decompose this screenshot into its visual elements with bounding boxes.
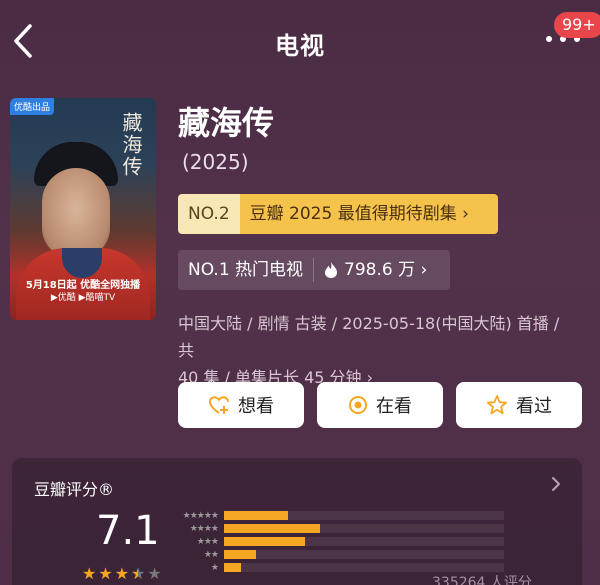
target-circle-icon	[349, 396, 367, 414]
want-to-watch-label: 想看	[238, 396, 274, 417]
popular-rank-label: NO.1 热门电视	[188, 260, 304, 280]
rating-count: 335264 人评分	[432, 575, 532, 585]
meta-line-1: 中国大陆 / 剧情 古装 / 2025-05-18(中国大陆) 首播 / 共	[178, 314, 560, 360]
watched-label: 看过	[516, 396, 552, 417]
watched-button[interactable]: 看过	[456, 382, 582, 428]
distribution-track	[224, 563, 504, 572]
rating-score: 7.1	[96, 508, 160, 554]
distribution-track	[224, 537, 504, 546]
star-outline-icon	[486, 395, 508, 415]
top-bar: 电视 99+	[0, 0, 600, 82]
distribution-star-label: ★★★★★	[182, 510, 219, 521]
chevron-right-icon[interactable]	[550, 474, 562, 494]
rating-stars: ★ ★ ★ ★ ★	[82, 564, 162, 583]
page-title: 电视	[275, 32, 325, 60]
want-to-watch-button[interactable]: 想看	[178, 382, 304, 428]
ranking-label: 豆瓣 2025 最值得期待剧集 ›	[239, 194, 498, 234]
distribution-bar	[224, 550, 256, 559]
ranking-badge-anticipated[interactable]: NO.2 豆瓣 2025 最值得期待剧集 ›	[178, 194, 498, 234]
ranking-number: NO.2	[178, 194, 240, 234]
heart-plus-icon	[208, 396, 229, 414]
distribution-bar	[224, 537, 306, 546]
poster-title: 藏海传	[119, 112, 143, 178]
distribution-star-label: ★★★	[196, 536, 219, 547]
distribution-star-label: ★★★★	[189, 523, 219, 534]
watching-label: 在看	[376, 396, 412, 417]
distribution-track	[224, 524, 504, 533]
rating-star-icon: ★	[114, 564, 130, 583]
poster-face	[42, 168, 110, 258]
poster-tag: 优酷出品	[10, 98, 55, 115]
show-meta-info[interactable]: 中国大陆 / 剧情 古装 / 2025-05-18(中国大陆) 首播 / 共 4…	[178, 310, 578, 391]
rating-star-icon: ★	[131, 564, 146, 583]
rating-star-icon: ★	[82, 564, 97, 583]
heat-value: 798.6 万 ›	[314, 250, 437, 290]
distribution-row: ★★	[172, 549, 504, 560]
ranking-badge-popular[interactable]: NO.1 热门电视 798.6 万 ›	[178, 250, 450, 290]
rating-card[interactable]: 豆瓣评分® 7.1 ★ ★ ★ ★ ★ ★★★★★ ★★★★ ★★★ ★★ ★ 335264 人…	[12, 458, 582, 585]
rating-star-icon: ★	[98, 564, 113, 583]
poster-platforms: ▶优酷 ▶酷喵TV	[50, 293, 116, 303]
show-title: 藏海传	[178, 104, 275, 142]
rating-title: 豆瓣评分®	[34, 480, 115, 499]
distribution-track	[224, 550, 504, 559]
show-year: (2025)	[182, 150, 249, 174]
distribution-bar	[224, 563, 242, 572]
distribution-star-label: ★★	[203, 549, 219, 560]
distribution-bar	[224, 524, 320, 533]
notification-badge: 99+	[554, 12, 600, 38]
distribution-star-label: ★	[210, 562, 219, 573]
distribution-row: ★★★★★	[172, 510, 504, 521]
show-poster[interactable]: 优酷出品 藏海传 5月18日起 优酷全网独播 ▶优酷 ▶酷喵TV	[10, 98, 156, 320]
distribution-row: ★★★	[172, 536, 504, 547]
distribution-track	[224, 511, 504, 520]
poster-caption: 5月18日起 优酷全网独播	[25, 280, 141, 291]
rating-star-icon: ★	[147, 564, 162, 583]
watching-button[interactable]: 在看	[317, 382, 443, 428]
heat-value-text: 798.6 万 ›	[344, 260, 428, 280]
distribution-row: ★★★★	[172, 523, 504, 534]
flame-icon	[325, 262, 338, 278]
distribution-bar	[224, 511, 288, 520]
